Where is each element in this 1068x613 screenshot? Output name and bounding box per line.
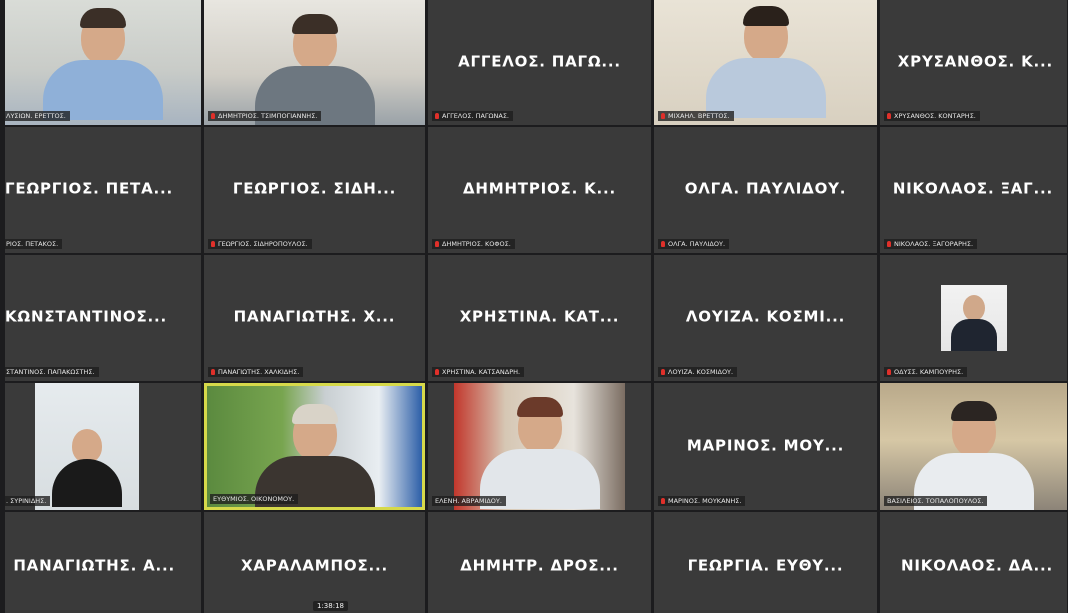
participant-tile[interactable]: ΓΕΩΡΓΙΟΣ. ΣΙΔΗ... ΓΕΩΡΓΙΟΣ. ΣΙΔΗΡΟΠΟΥΛΟΣ…	[204, 127, 425, 253]
participant-name-label: ΜΙΧΑΗΛ. ΒΡΕΤΤΟΣ.	[658, 111, 734, 121]
participant-name-label: ΧΡΗΣΤΙΝΑ. ΚΑΤΣΑΝΔΡΗ.	[432, 367, 525, 377]
participant-video	[454, 383, 625, 510]
profile-picture	[940, 285, 1007, 351]
participant-tile[interactable]: ΠΑΝΑΓΙΩΤΗΣ. Α...	[5, 512, 201, 613]
participant-name-label: ΕΛΕΝΗ. ΑΒΡΑΜΙΔΟΥ.	[432, 496, 506, 506]
participant-display-name: ΝΙΚΟΛΑΟΣ. ΔΑ...	[901, 556, 1053, 575]
participant-display-name: ΛΟΥΙΖΑ. ΚΟΣΜΙ...	[685, 307, 846, 326]
participant-name-label: . ΣΥΡΙΝΙΔΗΣ.	[5, 496, 51, 506]
participant-video	[207, 386, 422, 507]
participant-tile[interactable]: ΟΛΓΑ. ΠΑΥΛΙΔΟΥ. ΟΛΓΑ. ΠΑΥΛΙΔΟΥ.	[654, 127, 877, 253]
participant-tile[interactable]: ΚΩΝΣΤΑΝΤΙΝΟΣ... ΣΤΑΝΤΙΝΟΣ. ΠΑΠΑΚΩΣΤΗΣ.	[5, 255, 201, 381]
participant-display-name: ΟΛΓΑ. ΠΑΥΛΙΔΟΥ.	[684, 179, 847, 198]
participant-display-name: ΧΑΡΑΛΑΜΠΟΣ...	[241, 556, 388, 575]
participant-figure	[254, 404, 375, 507]
participant-figure	[254, 14, 375, 125]
participant-figure	[913, 401, 1034, 510]
participant-grid: ΛΥΣΙΩΝ. ΕΡΕΤΤΟΣ. ΔΗΜΗΤΡΙΟΣ. ΤΣΙΜΠΟΓΙΑΝΝΗ…	[0, 0, 1068, 613]
participant-display-name: ΓΕΩΡΓΙΟΣ. ΠΕΤΑ...	[5, 179, 173, 198]
participant-tile[interactable]: ΧΑΡΑΛΑΜΠΟΣ...	[204, 512, 425, 613]
participant-tile[interactable]: ΝΙΚΟΛΑΟΣ. ΞΑΓ... ΝΙΚΟΛΑΟΣ. ΞΑΓΟΡΑΡΗΣ.	[880, 127, 1067, 253]
participant-display-name: ΠΑΝΑΓΙΩΤΗΣ. Χ...	[233, 307, 396, 326]
meeting-timer: 1:38:18	[313, 601, 348, 611]
participant-figure	[52, 429, 122, 507]
participant-name-label: ΜΑΡΙΝΟΣ. ΜΟΥΚΑΝΗΣ.	[658, 496, 746, 506]
participant-tile[interactable]: ΧΡΥΣΑΝΘΟΣ. Κ... ΧΡΥΣΑΝΘΟΣ. ΚΟΝΤΑΡΗΣ.	[880, 0, 1067, 125]
participant-name-label: ΒΑΣΙΛΕΙΟΣ. ΤΟΠΑΛΟΠΟΥΛΟΣ.	[884, 496, 988, 506]
participant-video	[35, 383, 139, 510]
participant-display-name: ΔΗΜΗΤΡ. ΔΡΟΣ...	[460, 556, 619, 575]
participant-video	[204, 0, 425, 125]
mic-muted-icon	[661, 241, 665, 247]
participant-name-label: ΓΕΩΡΓΙΟΣ. ΣΙΔΗΡΟΠΟΥΛΟΣ.	[208, 239, 312, 249]
participant-figure	[43, 8, 163, 120]
participant-name-label: ΟΛΓΑ. ΠΑΥΛΙΔΟΥ.	[658, 239, 730, 249]
mic-muted-icon	[887, 369, 891, 375]
participant-tile[interactable]: ΧΡΗΣΤΙΝΑ. ΚΑΤ... ΧΡΗΣΤΙΝΑ. ΚΑΤΣΑΝΔΡΗ.	[428, 255, 651, 381]
participant-name-label: ΑΓΓΕΛΟΣ. ΠΑΓΩΝΑΣ.	[432, 111, 514, 121]
participant-display-name: ΔΗΜΗΤΡΙΟΣ. Κ...	[462, 179, 617, 198]
mic-muted-icon	[211, 113, 215, 119]
participant-display-name: ΠΑΝΑΓΙΩΤΗΣ. Α...	[13, 556, 175, 575]
participant-name-label: ΠΑΝΑΓΙΩΤΗΣ. ΧΑΛΚΙΔΗΣ.	[208, 367, 304, 377]
participant-tile[interactable]: ΑΓΓΕΛΟΣ. ΠΑΓΩ... ΑΓΓΕΛΟΣ. ΠΑΓΩΝΑΣ.	[428, 0, 651, 125]
participant-tile[interactable]: ΓΕΩΡΓΙΑ. ΕΥΘΥ...	[654, 512, 877, 613]
participant-figure	[705, 6, 826, 118]
participant-tile[interactable]: ΔΗΜΗΤΡΙΟΣ. Κ... ΔΗΜΗΤΡΙΟΣ. ΚΟΦΟΣ.	[428, 127, 651, 253]
participant-tile[interactable]: . ΣΥΡΙΝΙΔΗΣ.	[5, 383, 201, 510]
participant-name-label: ΡΙΟΣ. ΠΕΤΑΚΟΣ.	[5, 239, 63, 249]
participant-tile[interactable]: ΝΙΚΟΛΑΟΣ. ΔΑ...	[880, 512, 1067, 613]
participant-video	[654, 0, 877, 125]
participant-name-label: ΕΥΘΥΜΙΟΣ. ΟΙΚΟΝΟΜΟΥ.	[210, 494, 299, 504]
participant-video	[5, 0, 201, 125]
participant-name-label: ΝΙΚΟΛΑΟΣ. ΞΑΓΟΡΑΡΗΣ.	[884, 239, 978, 249]
participant-tile-active-speaker[interactable]: ΕΥΘΥΜΙΟΣ. ΟΙΚΟΝΟΜΟΥ.	[204, 383, 425, 510]
participant-tile[interactable]: ΜΙΧΑΗΛ. ΒΡΕΤΤΟΣ.	[654, 0, 877, 125]
participant-name-label: ΧΡΥΣΑΝΘΟΣ. ΚΟΝΤΑΡΗΣ.	[884, 111, 980, 121]
participant-display-name: ΜΑΡΙΝΟΣ. ΜΟΥ...	[686, 436, 845, 455]
participant-tile[interactable]: ΔΗΜΗΤΡ. ΔΡΟΣ...	[428, 512, 651, 613]
participant-tile[interactable]: ΕΛΕΝΗ. ΑΒΡΑΜΙΔΟΥ.	[428, 383, 651, 510]
mic-muted-icon	[661, 369, 665, 375]
participant-name-label: ΛΥΣΙΩΝ. ΕΡΕΤΤΟΣ.	[5, 111, 70, 121]
participant-tile[interactable]: ΔΗΜΗΤΡΙΟΣ. ΤΣΙΜΠΟΓΙΑΝΝΗΣ.	[204, 0, 425, 125]
mic-muted-icon	[887, 241, 891, 247]
participant-name-label: ΟΔΥΣΣ. ΚΑΜΠΟΥΡΗΣ.	[884, 367, 968, 377]
participant-tile[interactable]: ΛΟΥΙΖΑ. ΚΟΣΜΙ... ΛΟΥΙΖΑ. ΚΟΣΜΙΔΟΥ.	[654, 255, 877, 381]
participant-name-label: ΔΗΜΗΤΡΙΟΣ. ΤΣΙΜΠΟΓΙΑΝΝΗΣ.	[208, 111, 322, 121]
participant-name-label: ΛΟΥΙΖΑ. ΚΟΣΜΙΔΟΥ.	[658, 367, 738, 377]
participant-tile[interactable]: ΒΑΣΙΛΕΙΟΣ. ΤΟΠΑΛΟΠΟΥΛΟΣ.	[880, 383, 1067, 510]
participant-tile[interactable]: ΟΔΥΣΣ. ΚΑΜΠΟΥΡΗΣ.	[880, 255, 1067, 381]
mic-muted-icon	[435, 241, 439, 247]
mic-muted-icon	[435, 113, 439, 119]
participant-name-label: ΣΤΑΝΤΙΝΟΣ. ΠΑΠΑΚΩΣΤΗΣ.	[5, 367, 99, 377]
participant-tile[interactable]: ΓΕΩΡΓΙΟΣ. ΠΕΤΑ... ΡΙΟΣ. ΠΕΤΑΚΟΣ.	[5, 127, 201, 253]
mic-muted-icon	[211, 369, 215, 375]
participant-video	[880, 383, 1067, 510]
mic-muted-icon	[661, 113, 665, 119]
mic-muted-icon	[887, 113, 891, 119]
participant-display-name: ΓΕΩΡΓΙΟΣ. ΣΙΔΗ...	[232, 179, 397, 198]
participant-tile[interactable]: ΠΑΝΑΓΙΩΤΗΣ. Χ... ΠΑΝΑΓΙΩΤΗΣ. ΧΑΛΚΙΔΗΣ.	[204, 255, 425, 381]
participant-display-name: ΝΙΚΟΛΑΟΣ. ΞΑΓ...	[892, 179, 1053, 198]
participant-display-name: ΚΩΝΣΤΑΝΤΙΝΟΣ...	[5, 307, 168, 326]
mic-muted-icon	[211, 241, 215, 247]
participant-tile[interactable]: ΜΑΡΙΝΟΣ. ΜΟΥ... ΜΑΡΙΝΟΣ. ΜΟΥΚΑΝΗΣ.	[654, 383, 877, 510]
participant-name-label: ΔΗΜΗΤΡΙΟΣ. ΚΟΦΟΣ.	[432, 239, 515, 249]
video-conference-window: ΛΥΣΙΩΝ. ΕΡΕΤΤΟΣ. ΔΗΜΗΤΡΙΟΣ. ΤΣΙΜΠΟΓΙΑΝΝΗ…	[0, 0, 1068, 613]
mic-muted-icon	[661, 498, 665, 504]
participant-display-name: ΓΕΩΡΓΙΑ. ΕΥΘΥ...	[687, 556, 844, 575]
participant-display-name: ΧΡΥΣΑΝΘΟΣ. Κ...	[897, 52, 1053, 71]
participant-tile[interactable]: ΛΥΣΙΩΝ. ΕΡΕΤΤΟΣ.	[5, 0, 201, 125]
participant-display-name: ΑΓΓΕΛΟΣ. ΠΑΓΩ...	[458, 52, 621, 71]
participant-display-name: ΧΡΗΣΤΙΝΑ. ΚΑΤ...	[459, 307, 620, 326]
mic-muted-icon	[435, 369, 439, 375]
participant-figure	[479, 397, 600, 509]
